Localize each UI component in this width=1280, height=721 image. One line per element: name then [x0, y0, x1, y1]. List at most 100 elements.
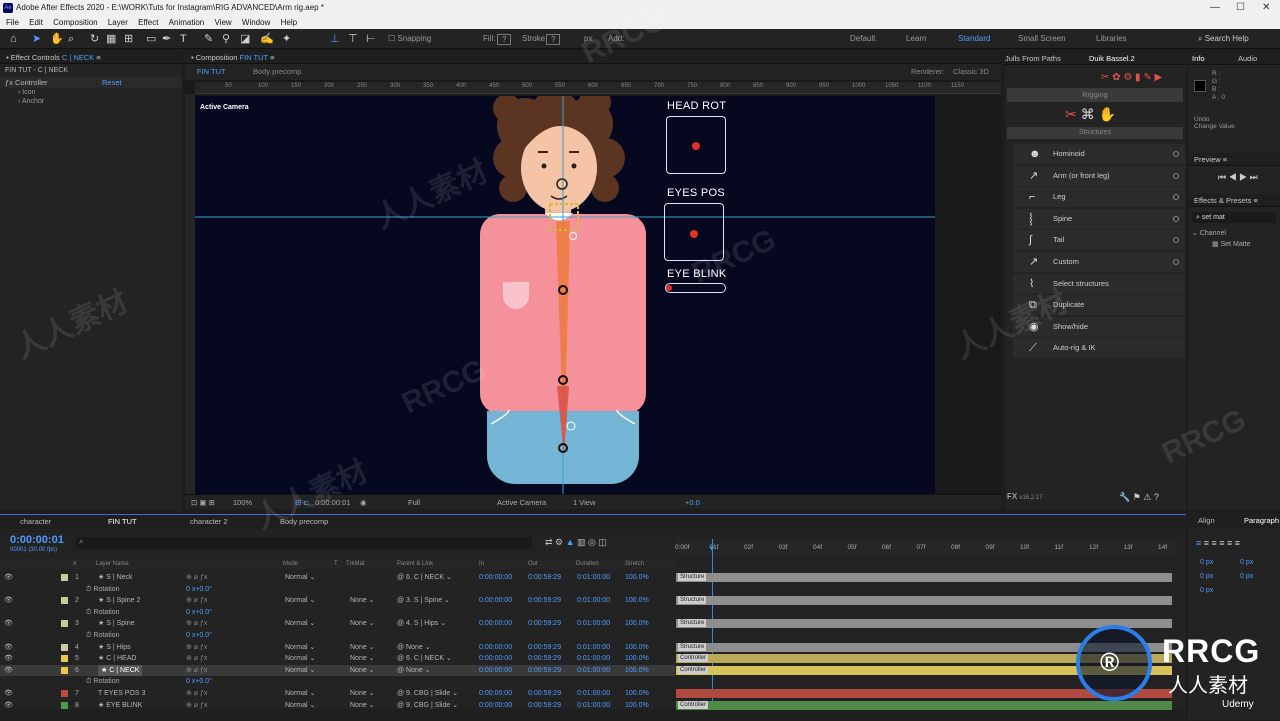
layer-stretch[interactable]: 100.0%: [625, 618, 649, 630]
parent-dropdown[interactable]: @ 9. CBG | Slide ⌄: [397, 688, 458, 700]
layer-switches[interactable]: ⊕ ⌀ ƒx: [186, 665, 207, 677]
layer-duration-bar[interactable]: Structure: [676, 596, 1172, 606]
layer-stretch[interactable]: 100.0%: [625, 642, 649, 654]
property-row[interactable]: ⏱ Rotation 0 x+0.0°: [0, 630, 675, 642]
region-icons[interactable]: ⊞ ⊏: [295, 498, 310, 507]
layer-name[interactable]: ★ S | Neck: [98, 572, 133, 584]
visibility-icon[interactable]: 👁: [4, 595, 13, 607]
layer-stretch[interactable]: 100.0%: [625, 595, 649, 607]
blend-mode-dropdown[interactable]: Normal ⌄: [285, 618, 315, 630]
reset-button[interactable]: Reset: [102, 78, 122, 87]
duik-option-dot[interactable]: [1173, 172, 1179, 179]
label-color-swatch[interactable]: [61, 574, 68, 581]
visibility-icon[interactable]: 👁: [4, 572, 13, 584]
renderer-value[interactable]: Classic 3D: [953, 64, 989, 80]
view-layout-dropdown[interactable]: 1 View: [573, 498, 595, 507]
layer-name[interactable]: ★ S | Hips: [98, 642, 131, 654]
duik-show-hide-button[interactable]: ◉ Show/hide: [1013, 316, 1185, 337]
effects-category[interactable]: ⌄ Channel: [1192, 229, 1226, 237]
layer-duration[interactable]: 0:01:00:00: [577, 665, 610, 677]
menu-animation[interactable]: Animation: [169, 18, 205, 27]
layer-duration[interactable]: 0:01:00:00: [577, 572, 610, 584]
property-name[interactable]: ⏱ Rotation: [86, 607, 119, 619]
effects-search-input[interactable]: ⌕ set mat: [1192, 212, 1276, 223]
layer-switches[interactable]: ⊕ ⌀ ƒx: [186, 688, 207, 700]
layer-in[interactable]: 0:00:00:00: [479, 653, 512, 665]
duik-select-structures-button[interactable]: ⌇ Select structures: [1013, 273, 1185, 294]
maximize-icon[interactable]: ☐: [1236, 0, 1245, 16]
zoom-tool-icon[interactable]: ⌕: [68, 32, 74, 46]
blend-mode-dropdown[interactable]: Normal ⌄: [285, 653, 315, 665]
tab-duik-bassel[interactable]: Duik Bassel.2: [1089, 52, 1135, 65]
parent-dropdown[interactable]: @ 3. S | Spine ⌄: [397, 595, 450, 607]
exposure-value[interactable]: +0.0: [685, 498, 700, 507]
workspace-learn[interactable]: Learn: [906, 34, 926, 43]
eyes-pos-controller[interactable]: [664, 203, 724, 261]
blend-mode-dropdown[interactable]: Normal ⌄: [285, 688, 315, 700]
workspace-libraries[interactable]: Libraries: [1096, 34, 1127, 43]
property-row[interactable]: ⏱ Rotation 0 x+0.0°: [0, 676, 675, 688]
duik-option-dot[interactable]: [1173, 259, 1179, 265]
layer-out[interactable]: 0:00:59:29: [528, 653, 561, 665]
layer-number[interactable]: 7: [75, 688, 79, 700]
blend-mode-dropdown[interactable]: Normal ⌄: [285, 642, 315, 654]
type-tool-icon[interactable]: T: [180, 32, 187, 46]
tab-paragraph[interactable]: Paragraph: [1244, 514, 1279, 528]
visibility-icon[interactable]: 👁: [4, 642, 13, 654]
duik-leg-button[interactable]: ⌐ Leg: [1013, 187, 1185, 208]
property-name[interactable]: ⏱ Rotation: [86, 630, 119, 642]
layer-duration-bar[interactable]: Structure: [676, 573, 1172, 582]
clone-stamp-tool-icon[interactable]: ⚲: [222, 32, 230, 46]
layer-in[interactable]: 0:00:00:00: [479, 665, 512, 677]
layer-row[interactable]: 👁 2 ★ S | Spine 2 ⊕ ⌀ ƒx Normal ⌄ None ⌄ @ 3. …: [0, 595, 675, 607]
menu-file[interactable]: File: [6, 18, 19, 27]
local-axis-icon[interactable]: ⊥: [330, 32, 340, 46]
trkmat-dropdown[interactable]: None ⌄: [350, 595, 375, 607]
head-rot-handle[interactable]: [692, 142, 700, 150]
label-color-swatch[interactable]: [61, 597, 68, 605]
selection-tool-icon[interactable]: ➤: [32, 32, 41, 46]
effect-controls-tab[interactable]: ▪ Effect Controls C | NECK ≡: [0, 51, 182, 64]
layer-in[interactable]: 0:00:00:00: [479, 572, 512, 584]
layer-row[interactable]: 👁 7 T EYES POS 3 ⊕ ⌀ ƒx Normal ⌄ None ⌄ @ 9. C…: [0, 688, 675, 700]
composition-canvas[interactable]: Active Camera HEAD ROT EYES POS EYE BLIN…: [195, 96, 935, 494]
eyes-pos-handle[interactable]: [690, 230, 698, 238]
layer-switches[interactable]: ⊕ ⌀ ƒx: [186, 653, 207, 665]
trkmat-dropdown[interactable]: None ⌄: [350, 642, 375, 654]
effect-prop-anchor[interactable]: › Anchor: [0, 97, 182, 106]
layer-switches[interactable]: ⊕ ⌀ ƒx: [186, 618, 207, 630]
visibility-icon[interactable]: 👁: [4, 688, 13, 700]
label-color-swatch[interactable]: [61, 655, 68, 663]
visibility-icon[interactable]: 👁: [4, 665, 13, 677]
layer-name[interactable]: ★ S | Spine 2: [98, 595, 140, 607]
space-before[interactable]: 0 px: [1200, 584, 1213, 598]
menu-view[interactable]: View: [214, 18, 231, 27]
hand-tool-icon[interactable]: ✋: [50, 32, 64, 46]
indent-right[interactable]: 0 px: [1240, 556, 1253, 570]
duik-auto-rig-ik-button[interactable]: ⟋ Auto-rig & IK: [1013, 338, 1185, 359]
indent-first[interactable]: 0 px: [1200, 570, 1213, 584]
indent-left[interactable]: 0 px: [1200, 556, 1213, 570]
close-icon[interactable]: ✕: [1262, 0, 1270, 16]
property-value[interactable]: 0 x+0.0°: [186, 607, 212, 619]
property-name[interactable]: ⏱ Rotation: [86, 676, 119, 688]
label-color-swatch[interactable]: [61, 643, 68, 651]
layer-duration[interactable]: 0:01:00:00: [577, 688, 610, 700]
parent-dropdown[interactable]: @ 4. S | Hips ⌄: [397, 618, 446, 630]
layer-row[interactable]: 👁 1 ★ S | Neck ⊕ ⌀ ƒx Normal ⌄ @ 6. C | NECK …: [0, 572, 675, 584]
tab-julls-from-paths[interactable]: Julls From Paths: [1005, 52, 1061, 65]
parent-dropdown[interactable]: @ None ⌄: [397, 642, 431, 654]
duik-option-dot[interactable]: [1173, 194, 1179, 201]
parent-dropdown[interactable]: @ 6. C | NECK ⌄: [397, 653, 452, 665]
blend-mode-dropdown[interactable]: Normal ⌄: [285, 572, 315, 584]
current-time-display[interactable]: 0:00:00:01: [315, 498, 350, 507]
layer-out[interactable]: 0:00:59:29: [528, 642, 561, 654]
layer-out[interactable]: 0:00:59:29: [528, 572, 561, 584]
duik-duplicate-button[interactable]: ⧉ Duplicate: [1013, 295, 1185, 316]
trkmat-dropdown[interactable]: None ⌄: [350, 653, 375, 665]
label-color-swatch[interactable]: [61, 620, 68, 628]
layer-switches[interactable]: ⊕ ⌀ ƒx: [186, 642, 207, 654]
world-axis-icon[interactable]: ⊤: [348, 32, 358, 46]
layer-name[interactable]: ★ C | HEAD: [98, 653, 136, 665]
label-color-swatch[interactable]: [61, 690, 68, 697]
